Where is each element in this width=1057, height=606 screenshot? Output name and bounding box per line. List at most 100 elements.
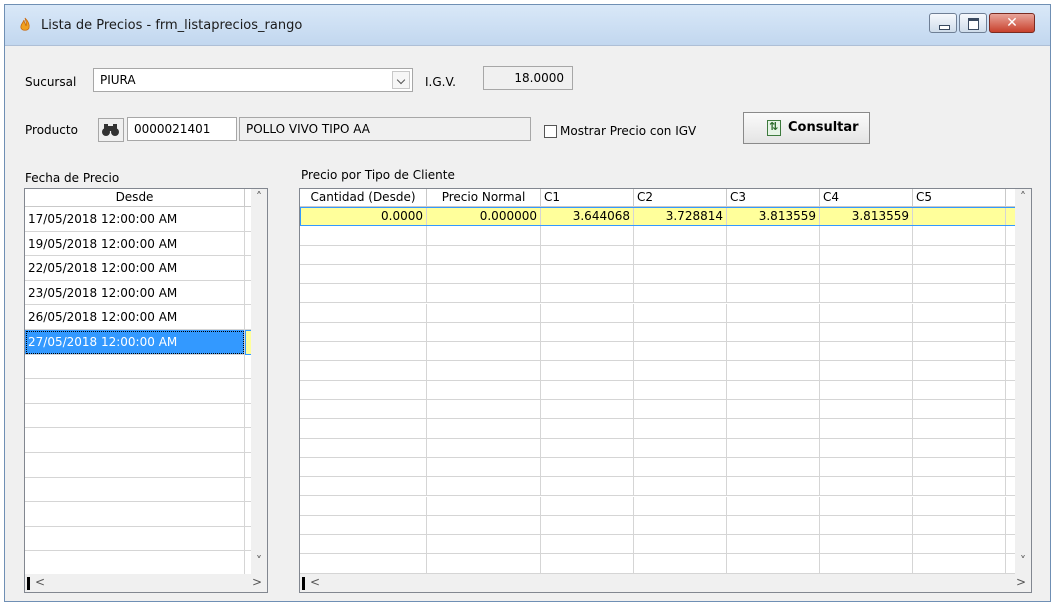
table-row[interactable] bbox=[25, 551, 245, 576]
table-cell[interactable] bbox=[913, 322, 1006, 343]
table-cell[interactable] bbox=[300, 342, 427, 362]
table-cell[interactable] bbox=[634, 264, 727, 285]
find-product-button[interactable] bbox=[98, 118, 124, 142]
table-cell[interactable] bbox=[541, 515, 634, 536]
table-cell[interactable] bbox=[913, 226, 1006, 246]
table-cell[interactable] bbox=[300, 226, 427, 246]
table-cell[interactable] bbox=[820, 419, 913, 439]
table-cell[interactable] bbox=[427, 515, 541, 536]
table-cell[interactable]: 3.813559 bbox=[727, 207, 820, 227]
table-cell[interactable] bbox=[427, 361, 541, 381]
table-cell[interactable] bbox=[634, 438, 727, 458]
table-cell[interactable] bbox=[300, 322, 427, 343]
table-cell[interactable] bbox=[634, 303, 727, 323]
table-cell[interactable] bbox=[820, 361, 913, 381]
table-cell[interactable] bbox=[913, 419, 1006, 439]
table-cell[interactable] bbox=[820, 535, 913, 555]
table-cell[interactable] bbox=[727, 457, 820, 478]
table-cell[interactable] bbox=[634, 284, 727, 304]
table-cell[interactable] bbox=[634, 419, 727, 439]
table-cell[interactable] bbox=[820, 477, 913, 497]
fechas-header-desde[interactable]: Desde bbox=[25, 189, 245, 207]
maximize-button[interactable] bbox=[959, 13, 987, 33]
table-cell[interactable] bbox=[820, 322, 913, 343]
table-cell[interactable] bbox=[727, 515, 820, 536]
table-cell[interactable] bbox=[541, 361, 634, 381]
table-cell[interactable] bbox=[427, 284, 541, 304]
table-cell[interactable] bbox=[913, 342, 1006, 362]
precios-header-4[interactable]: C3 bbox=[727, 189, 820, 207]
table-cell[interactable] bbox=[820, 342, 913, 362]
table-cell[interactable] bbox=[634, 515, 727, 536]
table-row[interactable]: 17/05/2018 12:00:00 AM bbox=[25, 207, 245, 232]
table-cell[interactable] bbox=[820, 264, 913, 285]
table-cell[interactable] bbox=[541, 496, 634, 516]
table-cell[interactable] bbox=[913, 284, 1006, 304]
table-cell[interactable] bbox=[427, 419, 541, 439]
table-cell[interactable] bbox=[300, 264, 427, 285]
table-row[interactable]: 26/05/2018 12:00:00 AM bbox=[25, 305, 245, 330]
table-cell[interactable] bbox=[913, 554, 1006, 574]
table-cell[interactable] bbox=[727, 554, 820, 574]
table-cell[interactable] bbox=[541, 535, 634, 555]
table-cell[interactable] bbox=[427, 264, 541, 285]
table-cell[interactable] bbox=[727, 322, 820, 343]
table-row[interactable] bbox=[25, 354, 245, 380]
table-cell[interactable] bbox=[820, 245, 913, 265]
table-cell[interactable] bbox=[300, 303, 427, 323]
table-cell[interactable] bbox=[541, 284, 634, 304]
table-cell[interactable] bbox=[300, 245, 427, 265]
table-cell[interactable] bbox=[820, 438, 913, 458]
table-cell[interactable] bbox=[427, 342, 541, 362]
table-row[interactable] bbox=[25, 403, 245, 429]
producto-code-input[interactable]: 0000021401 bbox=[127, 117, 237, 141]
table-cell[interactable] bbox=[913, 400, 1006, 420]
precios-header-2[interactable]: C1 bbox=[541, 189, 634, 207]
table-cell[interactable] bbox=[820, 226, 913, 246]
table-cell[interactable] bbox=[300, 535, 427, 555]
table-cell[interactable] bbox=[820, 380, 913, 400]
table-cell[interactable] bbox=[541, 342, 634, 362]
table-cell[interactable] bbox=[300, 477, 427, 497]
table-cell[interactable] bbox=[427, 226, 541, 246]
table-cell[interactable] bbox=[634, 245, 727, 265]
table-cell[interactable] bbox=[541, 554, 634, 574]
table-cell[interactable] bbox=[300, 554, 427, 574]
table-cell[interactable] bbox=[634, 496, 727, 516]
scroll-thumb[interactable] bbox=[302, 577, 305, 590]
table-cell[interactable] bbox=[541, 419, 634, 439]
fechas-horizontal-scrollbar[interactable]: < > bbox=[25, 574, 267, 592]
table-cell[interactable] bbox=[913, 515, 1006, 536]
table-cell[interactable] bbox=[727, 264, 820, 285]
table-cell[interactable] bbox=[727, 380, 820, 400]
table-row[interactable]: 27/05/2018 12:00:00 AM bbox=[25, 330, 245, 355]
sucursal-combo[interactable]: PIURA bbox=[93, 68, 413, 92]
table-cell[interactable] bbox=[913, 264, 1006, 285]
scroll-left-icon[interactable]: < bbox=[32, 575, 48, 589]
precios-header-6[interactable]: C5 bbox=[913, 189, 1006, 207]
table-cell[interactable] bbox=[427, 303, 541, 323]
table-cell[interactable] bbox=[727, 245, 820, 265]
table-row[interactable] bbox=[25, 502, 245, 527]
table-cell[interactable] bbox=[427, 554, 541, 574]
scroll-up-icon[interactable]: ˄ bbox=[1015, 190, 1031, 204]
table-cell[interactable] bbox=[913, 207, 1006, 227]
table-cell[interactable] bbox=[634, 457, 727, 478]
table-cell[interactable] bbox=[820, 554, 913, 574]
table-row[interactable]: 19/05/2018 12:00:00 AM bbox=[25, 231, 245, 257]
table-cell[interactable] bbox=[300, 457, 427, 478]
table-cell[interactable] bbox=[541, 226, 634, 246]
table-cell[interactable] bbox=[541, 264, 634, 285]
table-row[interactable] bbox=[25, 428, 245, 453]
precios-grid[interactable]: Cantidad (Desde) Precio Normal C1 C2 C3 C4 C5 0… bbox=[299, 188, 1032, 593]
chevron-down-icon[interactable] bbox=[392, 71, 410, 89]
table-cell[interactable] bbox=[427, 438, 541, 458]
table-cell[interactable] bbox=[820, 457, 913, 478]
table-cell[interactable] bbox=[300, 380, 427, 400]
table-cell[interactable] bbox=[727, 361, 820, 381]
scroll-up-icon[interactable]: ˄ bbox=[251, 190, 267, 204]
table-cell[interactable] bbox=[913, 361, 1006, 381]
table-row[interactable] bbox=[25, 526, 245, 552]
table-cell[interactable] bbox=[541, 380, 634, 400]
table-row[interactable] bbox=[25, 477, 245, 503]
